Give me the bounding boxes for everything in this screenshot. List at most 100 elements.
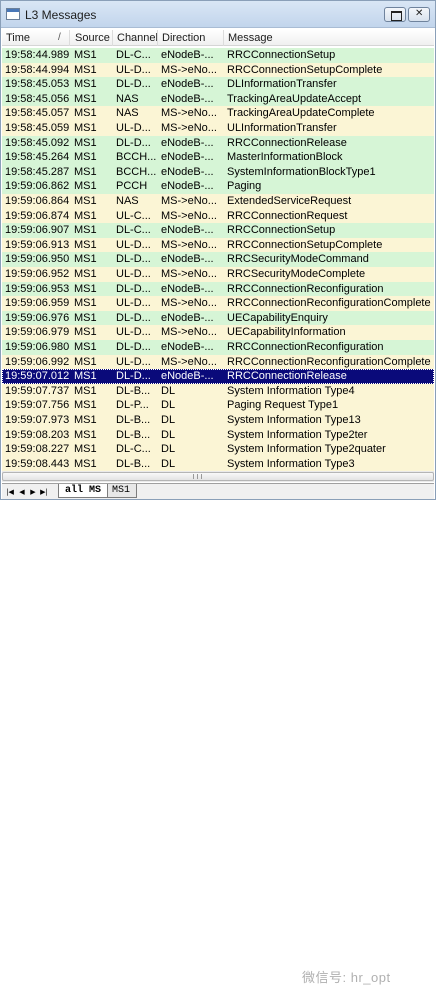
- column-header-source[interactable]: Source: [71, 30, 113, 46]
- restore-button[interactable]: [384, 7, 406, 22]
- close-button[interactable]: [408, 7, 430, 22]
- message-row[interactable]: 19:59:06.874 MS1 UL-C... MS->eNo... RRCConne…: [2, 208, 434, 224]
- cell-source: MS1: [74, 311, 97, 324]
- cell-time: 19:59:08.227: [5, 443, 70, 456]
- prev-icon[interactable]: ◀: [18, 486, 26, 498]
- cell-time: 19:58:45.053: [5, 78, 70, 91]
- message-row[interactable]: 19:59:06.953 MS1 DL-D... eNodeB-... RRCConne…: [2, 281, 434, 297]
- first-icon[interactable]: |◀: [6, 486, 14, 498]
- cell-source: MS1: [74, 326, 97, 339]
- message-row[interactable]: 19:59:06.952 MS1 UL-D... MS->eNo... RRCSecur…: [2, 267, 434, 282]
- cell-source: MS1: [74, 180, 97, 193]
- cell-source: MS1: [74, 414, 97, 426]
- cell-direction: MS->eNo...: [161, 268, 217, 280]
- cell-source: MS1: [74, 282, 97, 295]
- message-row[interactable]: 19:58:45.287 MS1 BCCH... eNodeB-... SystemIn…: [2, 164, 434, 180]
- cell-channel: UL-D...: [116, 355, 151, 368]
- message-row[interactable]: 19:59:07.012 MS1 DL-D... eNodeB-... RRCConne…: [2, 369, 434, 384]
- column-header-time[interactable]: Time /: [2, 30, 70, 46]
- cell-time: 19:58:44.989: [5, 49, 70, 61]
- cell-time: 19:59:07.756: [5, 399, 70, 412]
- cell-time: 19:59:06.952: [5, 268, 70, 280]
- cell-direction: MS->eNo...: [161, 63, 217, 76]
- message-row[interactable]: 19:59:06.980 MS1 DL-D... eNodeB-... RRCConne…: [2, 340, 434, 355]
- message-list[interactable]: 19:58:44.989 MS1 DL-C... eNodeB-... RRCConne…: [2, 48, 434, 471]
- cell-source: MS1: [74, 370, 97, 383]
- cell-direction: eNodeB-...: [161, 49, 214, 61]
- next-icon[interactable]: ▶: [29, 486, 37, 498]
- cell-source: MS1: [74, 49, 97, 61]
- message-row[interactable]: 19:58:45.057 MS1 NAS MS->eNo... TrackingArea…: [2, 106, 434, 121]
- cell-channel: DL-D...: [116, 78, 151, 91]
- cell-message: DLInformationTransfer: [227, 78, 337, 91]
- cell-channel: DL-D...: [116, 253, 151, 266]
- message-row[interactable]: 19:58:45.059 MS1 UL-D... MS->eNo... ULInform…: [2, 121, 434, 136]
- message-row[interactable]: 19:59:06.862 MS1 PCCH eNodeB-... Paging: [2, 179, 434, 194]
- cell-source: MS1: [74, 165, 97, 178]
- cell-source: MS1: [74, 136, 97, 149]
- cell-source: MS1: [74, 195, 97, 207]
- scrollbar-thumb[interactable]: [2, 472, 434, 481]
- cell-channel: DL-D...: [116, 341, 151, 353]
- cell-time: 19:58:45.059: [5, 122, 70, 134]
- cell-direction: DL: [161, 457, 176, 470]
- tab-all-ms[interactable]: all MS: [58, 484, 109, 498]
- cell-direction: eNodeB-...: [161, 282, 214, 295]
- cell-source: MS1: [74, 355, 97, 368]
- cell-channel: UL-D...: [116, 268, 151, 280]
- cell-source: MS1: [74, 297, 97, 310]
- cell-channel: DL-D...: [116, 282, 151, 295]
- message-row[interactable]: 19:58:44.989 MS1 DL-C... eNodeB-... RRCConne…: [2, 48, 434, 63]
- tab-ms1[interactable]: MS1: [105, 484, 138, 498]
- title-bar[interactable]: L3 Messages: [1, 1, 435, 28]
- cell-message: RRCConnectionReconfigurationComplete: [227, 355, 431, 368]
- cell-message: RRCConnectionRelease: [227, 136, 347, 149]
- cell-message: UECapabilityEnquiry: [227, 311, 328, 324]
- message-row[interactable]: 19:58:45.053 MS1 DL-D... eNodeB-... DLInform…: [2, 77, 434, 92]
- message-row[interactable]: 19:58:45.056 MS1 NAS eNodeB-... TrackingArea…: [2, 91, 434, 107]
- cell-direction: eNodeB-...: [161, 165, 214, 178]
- cell-channel: BCCH...: [116, 151, 157, 164]
- message-row[interactable]: 19:59:08.203 MS1 DL-B... DL System Informati…: [2, 427, 434, 443]
- cell-direction: eNodeB-...: [161, 370, 214, 383]
- message-row[interactable]: 19:59:06.913 MS1 UL-D... MS->eNo... RRCConne…: [2, 237, 434, 253]
- cell-message: TrackingAreaUpdateAccept: [227, 92, 362, 105]
- cell-time: 19:59:06.907: [5, 224, 70, 237]
- message-row[interactable]: 19:59:06.907 MS1 DL-C... eNodeB-... RRCConne…: [2, 223, 434, 238]
- message-row[interactable]: 19:59:08.443 MS1 DL-B... DL System Informati…: [2, 456, 434, 471]
- horizontal-scrollbar[interactable]: [2, 471, 434, 482]
- message-row[interactable]: 19:58:45.264 MS1 BCCH... eNodeB-... MasterIn…: [2, 150, 434, 165]
- cell-message: System Information Type3: [227, 457, 355, 470]
- last-icon[interactable]: ▶|: [40, 486, 48, 498]
- cell-source: MS1: [74, 107, 97, 120]
- column-header-message[interactable]: Message: [224, 30, 434, 46]
- message-row[interactable]: 19:59:06.864 MS1 NAS MS->eNo... ExtendedServ…: [2, 194, 434, 209]
- cell-channel: UL-C...: [116, 209, 151, 222]
- message-row[interactable]: 19:59:08.227 MS1 DL-C... DL System Informati…: [2, 442, 434, 457]
- cell-direction: eNodeB-...: [161, 224, 214, 237]
- cell-channel: DL-C...: [116, 224, 151, 237]
- column-header-direction[interactable]: Direction: [158, 30, 224, 46]
- cell-time: 19:58:45.264: [5, 151, 70, 164]
- cell-time: 19:59:08.443: [5, 457, 70, 470]
- cell-source: MS1: [74, 341, 97, 353]
- message-row[interactable]: 19:59:06.976 MS1 DL-D... eNodeB-... UECapabi…: [2, 310, 434, 326]
- message-row[interactable]: 19:59:07.756 MS1 DL-P... DL Paging Request T…: [2, 398, 434, 413]
- cell-direction: eNodeB-...: [161, 341, 214, 353]
- cell-message: RRCConnectionSetupComplete: [227, 238, 383, 251]
- cell-direction: MS->eNo...: [161, 297, 217, 310]
- cell-direction: eNodeB-...: [161, 78, 214, 91]
- cell-channel: UL-D...: [116, 122, 151, 134]
- column-header-channel[interactable]: Channel: [113, 30, 158, 46]
- message-row[interactable]: 19:59:07.973 MS1 DL-B... DL System Informati…: [2, 413, 434, 428]
- message-row[interactable]: 19:59:06.950 MS1 DL-D... eNodeB-... RRCSecur…: [2, 252, 434, 267]
- message-row[interactable]: 19:58:44.994 MS1 UL-D... MS->eNo... RRCConne…: [2, 62, 434, 78]
- message-row[interactable]: 19:59:06.979 MS1 UL-D... MS->eNo... UECapabi…: [2, 325, 434, 340]
- cell-channel: DL-P...: [116, 399, 149, 412]
- message-row[interactable]: 19:59:06.992 MS1 UL-D... MS->eNo... RRCConne…: [2, 354, 434, 370]
- cell-time: 19:59:06.980: [5, 341, 70, 353]
- message-row[interactable]: 19:58:45.092 MS1 DL-D... eNodeB-... RRCConne…: [2, 135, 434, 151]
- message-row[interactable]: 19:59:07.737 MS1 DL-B... DL System Informati…: [2, 383, 434, 399]
- message-row[interactable]: 19:59:06.959 MS1 UL-D... MS->eNo... RRCConne…: [2, 296, 434, 311]
- cell-source: MS1: [74, 78, 97, 91]
